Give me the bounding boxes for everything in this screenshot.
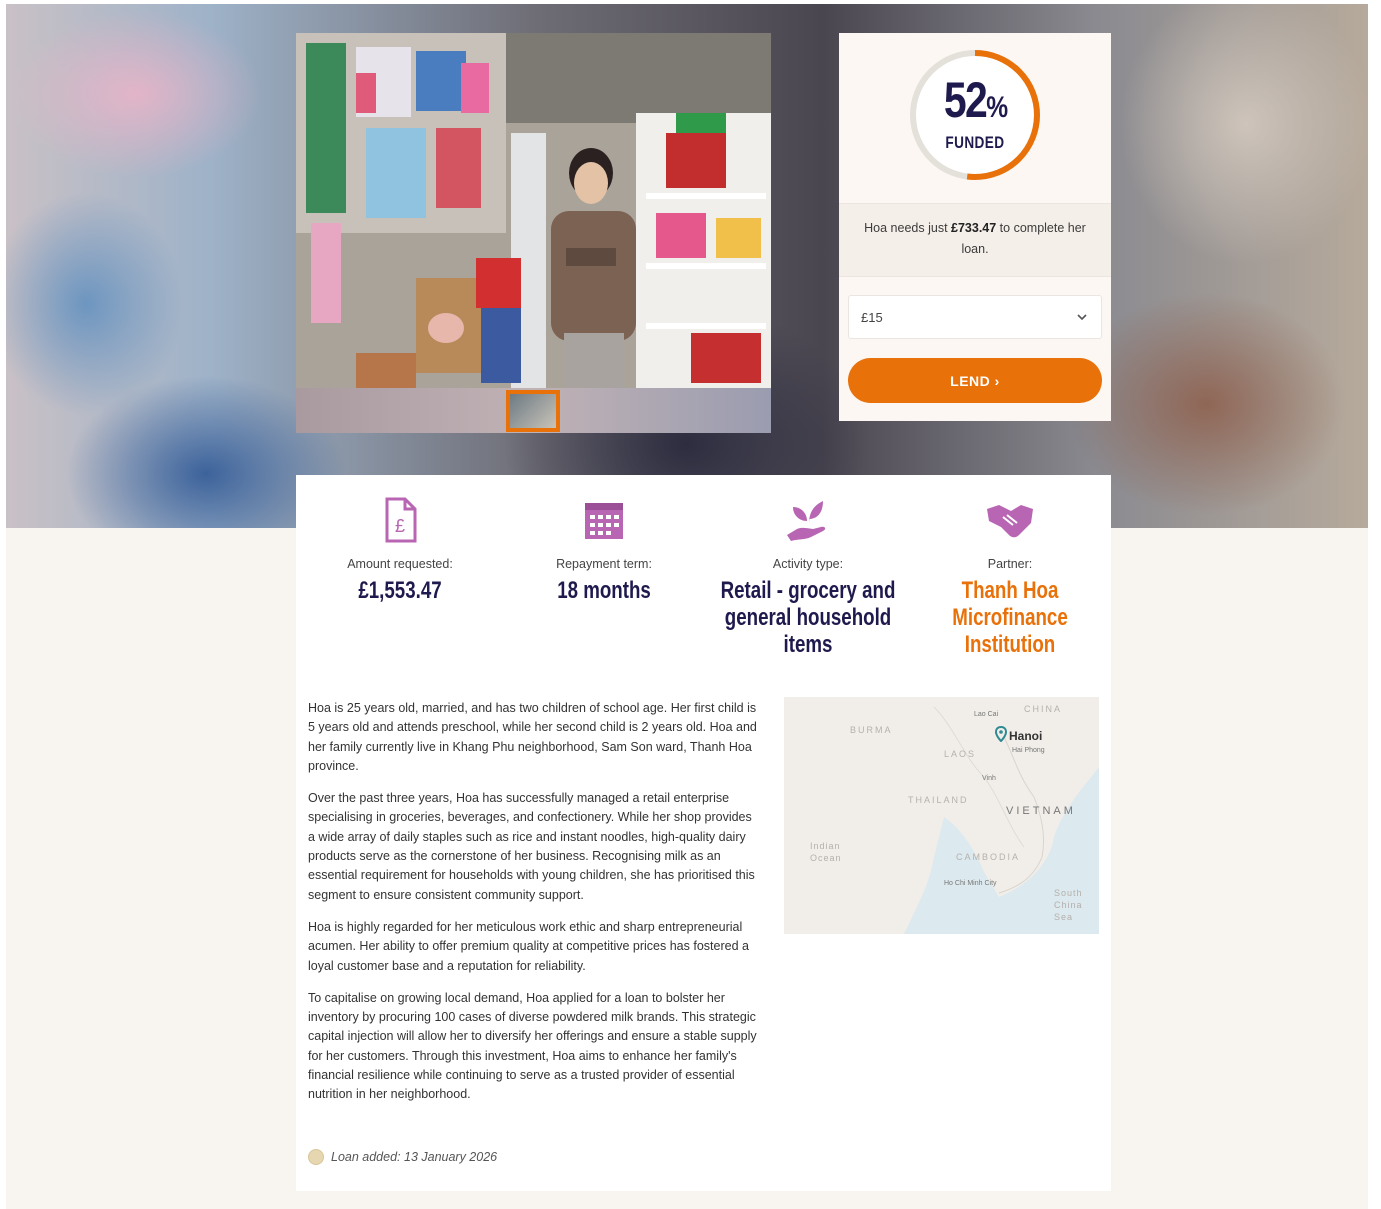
- stat-label: Activity type:: [772, 557, 844, 571]
- svg-text:£: £: [395, 516, 405, 536]
- stat-activity-type: Activity type: Retail - grocery and gene…: [708, 495, 908, 658]
- shop-photo-illustration: [296, 33, 771, 388]
- stat-amount-requested: £ Amount requested: £1,553.47: [300, 495, 500, 604]
- location-map[interactable]: BURMA LAOS THAILAND VIETNAM CAMBODIA CHI…: [784, 697, 1099, 934]
- stat-repayment-term: Repayment term: 18 months: [504, 495, 704, 604]
- funded-percent-number: 52: [943, 72, 988, 128]
- stat-value: 18 months: [557, 577, 651, 604]
- needs-amount: £733.47: [951, 221, 997, 235]
- loan-details-card: £ Amount requested: £1,553.47 Repayment …: [296, 475, 1111, 1191]
- map-label: BURMA: [850, 725, 893, 735]
- map-label: LAOS: [944, 749, 977, 759]
- map-label: Indian Ocean: [810, 841, 842, 863]
- lend-button[interactable]: LEND ›: [848, 358, 1102, 403]
- stat-label: Partner:: [987, 557, 1033, 571]
- story-paragraph: Hoa is highly regarded for her meticulou…: [308, 919, 749, 973]
- map-label: Lao Cai: [974, 711, 999, 718]
- borrower-photo: [296, 33, 771, 388]
- stat-label: Repayment term:: [556, 557, 652, 571]
- map-location-label: Hanoi: [1009, 729, 1043, 743]
- funded-label: FUNDED: [945, 133, 1005, 152]
- lend-amount-select[interactable]: £15: [848, 295, 1102, 339]
- story-paragraph: Hoa is 25 years old, married, and has tw…: [308, 701, 757, 773]
- loan-added-date: Loan added: 13 January 2026: [308, 1149, 497, 1165]
- funded-readout: 52% FUNDED: [907, 47, 1043, 183]
- document-pound-icon: £: [385, 497, 417, 543]
- map-label: Ho Chi Minh City: [944, 880, 997, 887]
- stat-label: Amount requested:: [347, 557, 453, 571]
- map-label: THAILAND: [908, 795, 969, 805]
- needs-prefix: Hoa needs just: [864, 221, 952, 235]
- photo-thumbnail[interactable]: [506, 390, 560, 432]
- borrower-story: Hoa is 25 years old, married, and has tw…: [308, 699, 758, 1118]
- map-label: Vinh: [982, 775, 996, 782]
- photo-gallery: [296, 33, 771, 433]
- loan-added-text: Loan added: 13 January 2026: [331, 1150, 498, 1164]
- remaining-amount-message: Hoa needs just £733.47 to complete her l…: [839, 203, 1111, 277]
- loan-stats: £ Amount requested: £1,553.47 Repayment …: [296, 495, 1111, 665]
- map-label: VIETNAM: [1006, 805, 1076, 817]
- calendar-icon: [585, 503, 623, 539]
- funded-percent: 52%: [944, 75, 1008, 131]
- chevron-down-icon: [1077, 314, 1087, 321]
- lend-amount-value: £15: [861, 309, 883, 325]
- map-label: South China Sea: [1054, 888, 1083, 922]
- funded-percent-sign: %: [986, 91, 1008, 124]
- thumbnail-strip: [296, 388, 771, 433]
- stat-partner: Partner: Thanh Hoa Microfinance Institut…: [910, 495, 1110, 658]
- map-label: Hai Phong: [1012, 747, 1045, 754]
- stat-value: Retail - grocery and general household i…: [720, 577, 896, 658]
- story-paragraph: Over the past three years, Hoa has succe…: [308, 791, 755, 902]
- coin-icon: [308, 1149, 324, 1165]
- story-paragraph: To capitalise on growing local demand, H…: [308, 990, 757, 1102]
- plant-hand-icon: [787, 501, 826, 541]
- stat-value: £1,553.47: [358, 577, 442, 604]
- page-frame: 52% FUNDED Hoa needs just £733.47 to com…: [6, 4, 1368, 1209]
- funding-card: 52% FUNDED Hoa needs just £733.47 to com…: [839, 33, 1111, 421]
- stat-value[interactable]: Thanh Hoa Microfinance Institution: [909, 577, 1112, 658]
- map-pin-icon: [995, 726, 1007, 742]
- map-label: CHINA: [1024, 704, 1063, 714]
- handshake-icon: [987, 505, 1033, 538]
- map-label: CAMBODIA: [956, 852, 1021, 862]
